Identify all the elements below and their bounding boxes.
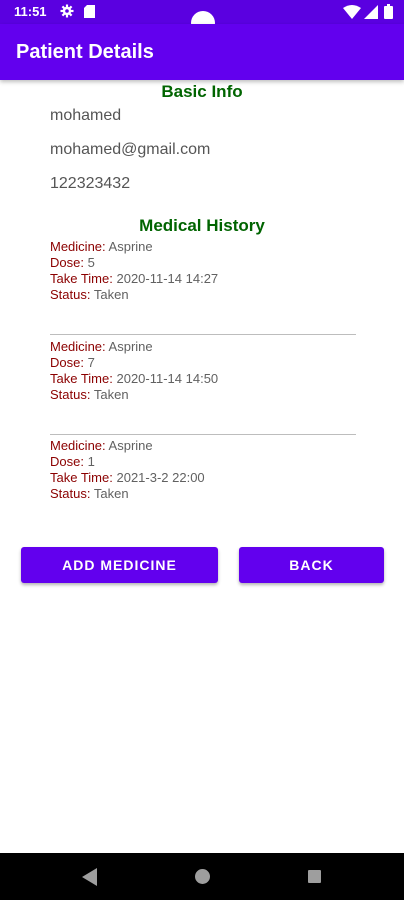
medicine-label: Medicine:	[50, 339, 106, 354]
history-record: Medicine: Asprine Dose: 5 Take Time: 202…	[50, 239, 356, 303]
add-medicine-button[interactable]: ADD MEDICINE	[21, 547, 218, 583]
dose-line: Dose: 7	[50, 355, 356, 371]
take-time-line: Take Time: 2021-3-2 22:00	[50, 470, 356, 486]
gear-icon	[60, 4, 74, 18]
patient-email: mohamed@gmail.com	[50, 141, 211, 158]
medicine-label: Medicine:	[50, 239, 106, 254]
patient-name: mohamed	[50, 107, 122, 124]
medicine-label: Medicine:	[50, 438, 106, 453]
status-value: Taken	[93, 486, 129, 501]
navigation-bar	[0, 853, 404, 900]
back-button[interactable]: BACK	[239, 547, 384, 583]
status-line: Status: Taken	[50, 287, 356, 303]
take-time-line: Take Time: 2020-11-14 14:27	[50, 271, 356, 287]
medicine-line: Medicine: Asprine	[50, 339, 356, 355]
dose-line: Dose: 5	[50, 255, 356, 271]
status-label: Status:	[50, 287, 91, 302]
medical-history-heading: Medical History	[139, 216, 265, 235]
status-value: Taken	[93, 287, 129, 302]
status-time: 11:51	[14, 4, 47, 19]
dose-line: Dose: 1	[50, 454, 356, 470]
dose-value: 5	[87, 255, 95, 270]
dose-label: Dose:	[50, 255, 84, 270]
sd-card-icon	[84, 5, 95, 18]
status-line: Status: Taken	[50, 486, 356, 502]
status-label: Status:	[50, 486, 91, 501]
home-icon[interactable]	[195, 869, 210, 884]
dose-label: Dose:	[50, 454, 84, 469]
recents-icon[interactable]	[308, 870, 321, 883]
take-time-value: 2020-11-14 14:50	[116, 371, 219, 386]
patient-phone: 122323432	[50, 175, 131, 192]
record-divider	[50, 434, 356, 435]
dose-value: 1	[87, 454, 95, 469]
medicine-line: Medicine: Asprine	[50, 239, 356, 255]
page-title: Patient Details	[16, 41, 154, 63]
signal-icon	[364, 5, 378, 19]
medicine-value: Asprine	[108, 239, 153, 254]
app-bar: Patient Details	[0, 24, 404, 80]
history-record: Medicine: Asprine Dose: 1 Take Time: 202…	[50, 438, 356, 502]
status-label: Status:	[50, 387, 91, 402]
take-time-label: Take Time:	[50, 271, 113, 286]
status-line: Status: Taken	[50, 387, 356, 403]
dose-label: Dose:	[50, 355, 84, 370]
record-divider	[50, 334, 356, 335]
history-record: Medicine: Asprine Dose: 7 Take Time: 202…	[50, 339, 356, 403]
take-time-value: 2021-3-2 22:00	[116, 470, 205, 485]
medicine-value: Asprine	[108, 438, 153, 453]
take-time-label: Take Time:	[50, 371, 113, 386]
dose-value: 7	[87, 355, 95, 370]
status-value: Taken	[93, 387, 129, 402]
wifi-icon	[343, 5, 361, 19]
medicine-line: Medicine: Asprine	[50, 438, 356, 454]
status-bar: 11:51	[0, 0, 404, 35]
back-icon[interactable]	[82, 868, 98, 886]
take-time-value: 2020-11-14 14:27	[116, 271, 219, 286]
battery-icon	[384, 4, 393, 19]
basic-info-heading: Basic Info	[161, 82, 243, 101]
take-time-line: Take Time: 2020-11-14 14:50	[50, 371, 356, 387]
medicine-value: Asprine	[108, 339, 153, 354]
take-time-label: Take Time:	[50, 470, 113, 485]
